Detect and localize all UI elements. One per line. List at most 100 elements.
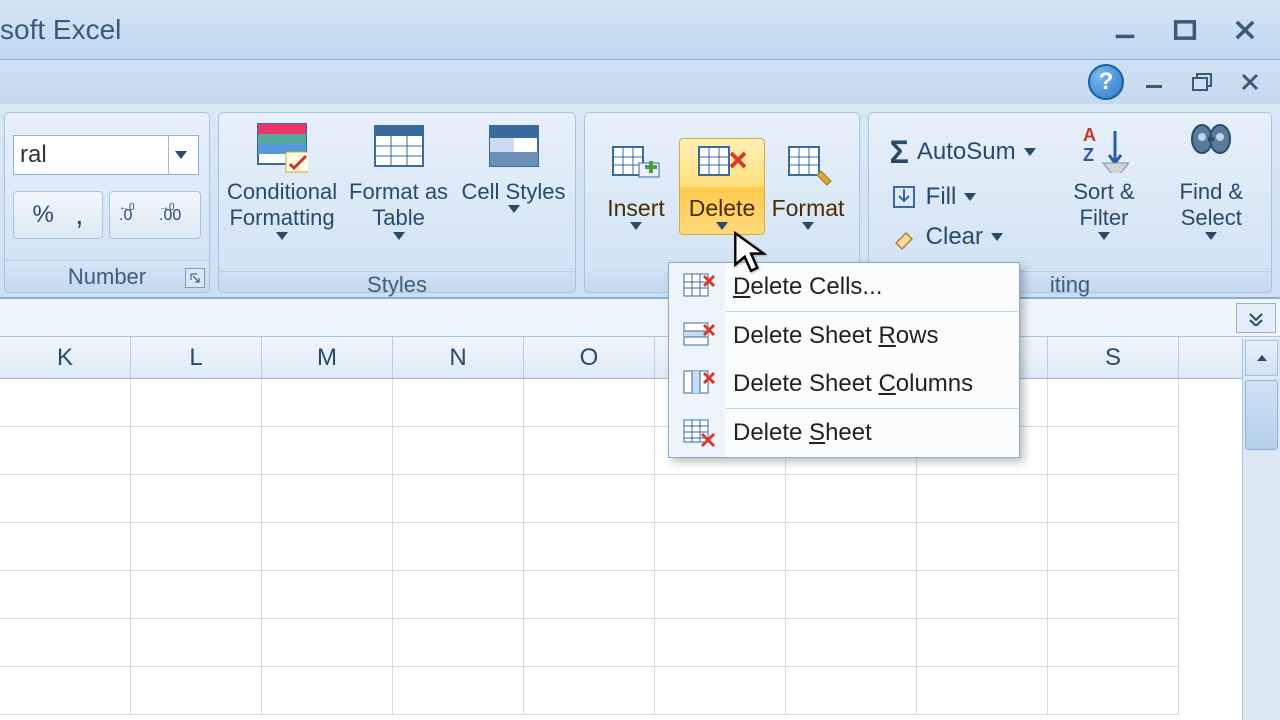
cell-styles-button[interactable]: Cell Styles [460,117,567,267]
menu-item-delete-sheet[interactable]: Delete Sheet [669,409,1019,457]
grid-cell[interactable] [0,523,131,571]
menu-item-delete-columns[interactable]: Delete Sheet Columns [669,360,1019,408]
grid-cell[interactable] [131,427,262,475]
grid-cell[interactable] [917,475,1048,523]
workbook-close-button[interactable] [1234,70,1268,94]
grid-cell[interactable] [786,619,917,667]
grid-cell[interactable] [1048,619,1179,667]
grid-cell[interactable] [655,619,786,667]
grid-cell[interactable] [524,667,655,715]
grid-cell[interactable] [393,379,524,427]
minimize-button[interactable] [1102,15,1148,45]
grid-cell[interactable] [262,379,393,427]
grid-cell[interactable] [0,667,131,715]
grid-cell[interactable] [786,523,917,571]
grid-cell[interactable] [131,379,262,427]
number-format-combo[interactable]: ral [13,135,199,175]
grid-cell[interactable] [655,571,786,619]
grid-cell[interactable] [393,523,524,571]
column-header[interactable]: S [1048,337,1179,378]
grid-cell[interactable] [786,571,917,619]
delete-button[interactable]: Delete [679,138,765,235]
grid-cell[interactable] [524,379,655,427]
grid-cell[interactable] [1048,475,1179,523]
delete-columns-icon [677,369,721,399]
grid-cell[interactable] [393,571,524,619]
grid-cell[interactable] [655,667,786,715]
help-icon[interactable]: ? [1088,64,1124,100]
grid-cell[interactable] [0,619,131,667]
workbook-restore-button[interactable] [1186,70,1220,94]
grid-cell[interactable] [131,667,262,715]
grid-cell[interactable] [262,667,393,715]
format-button[interactable]: Format [765,139,851,234]
grid-cell[interactable] [917,523,1048,571]
grid-cell[interactable] [917,571,1048,619]
scroll-thumb[interactable] [1245,380,1278,450]
conditional-formatting-button[interactable]: Conditional Formatting [227,117,337,267]
scroll-up-button[interactable] [1245,340,1278,376]
grid-cell[interactable] [0,379,131,427]
autosum-button[interactable]: Σ AutoSum [884,130,1042,175]
grid-cell[interactable] [1048,571,1179,619]
workbook-minimize-button[interactable] [1138,70,1172,94]
menu-item-delete-cells[interactable]: Delete Cells... [669,263,1019,311]
spreadsheet-grid[interactable] [0,379,1280,715]
column-header[interactable]: K [0,337,131,378]
button-label: Sort & Filter [1059,179,1149,232]
grid-cell[interactable] [131,523,262,571]
menu-label: Delete Sheet [721,419,872,447]
close-button[interactable] [1222,15,1268,45]
grid-cell[interactable] [262,427,393,475]
dialog-launcher-number[interactable] [185,268,205,288]
svg-text:←0: ←0 [119,202,135,213]
grid-cell[interactable] [524,571,655,619]
grid-cell[interactable] [0,571,131,619]
grid-cell[interactable] [393,619,524,667]
grid-cell[interactable] [262,571,393,619]
sort-filter-icon: AZ [1077,121,1131,175]
clear-button[interactable]: Clear [884,219,1042,255]
grid-cell[interactable] [131,571,262,619]
percent-comma-button[interactable]: % , [13,191,103,239]
column-headers: KLMNOPQRS [0,337,1280,379]
format-as-table-button[interactable]: Format as Table [345,117,452,267]
grid-cell[interactable] [1048,427,1179,475]
grid-cell[interactable] [1048,667,1179,715]
vertical-scrollbar[interactable] [1242,338,1280,720]
grid-cell[interactable] [0,427,131,475]
grid-cell[interactable] [524,619,655,667]
grid-cell[interactable] [262,523,393,571]
grid-cell[interactable] [393,427,524,475]
grid-cell[interactable] [524,427,655,475]
sort-filter-button[interactable]: AZ Sort & Filter [1059,117,1149,267]
fill-button[interactable]: Fill [884,179,1042,215]
grid-cell[interactable] [524,475,655,523]
column-header[interactable]: M [262,337,393,378]
grid-cell[interactable] [393,667,524,715]
menu-item-delete-rows[interactable]: Delete Sheet Rows [669,312,1019,360]
grid-cell[interactable] [917,667,1048,715]
grid-cell[interactable] [917,619,1048,667]
grid-cell[interactable] [131,475,262,523]
grid-cell[interactable] [1048,379,1179,427]
grid-cell[interactable] [655,475,786,523]
column-header[interactable]: N [393,337,524,378]
grid-cell[interactable] [393,475,524,523]
find-select-button[interactable]: Find & Select [1166,117,1256,267]
grid-cell[interactable] [655,523,786,571]
grid-cell[interactable] [262,619,393,667]
grid-cell[interactable] [1048,523,1179,571]
grid-cell[interactable] [0,475,131,523]
column-header[interactable]: L [131,337,262,378]
maximize-button[interactable] [1162,15,1208,45]
grid-cell[interactable] [786,667,917,715]
grid-cell[interactable] [524,523,655,571]
grid-cell[interactable] [131,619,262,667]
grid-cell[interactable] [786,475,917,523]
insert-button[interactable]: Insert [593,139,679,234]
decimal-buttons[interactable]: .0 ←0 .00 →0 [109,191,201,239]
expand-formula-bar-button[interactable] [1236,303,1276,333]
column-header[interactable]: O [524,337,655,378]
grid-cell[interactable] [262,475,393,523]
